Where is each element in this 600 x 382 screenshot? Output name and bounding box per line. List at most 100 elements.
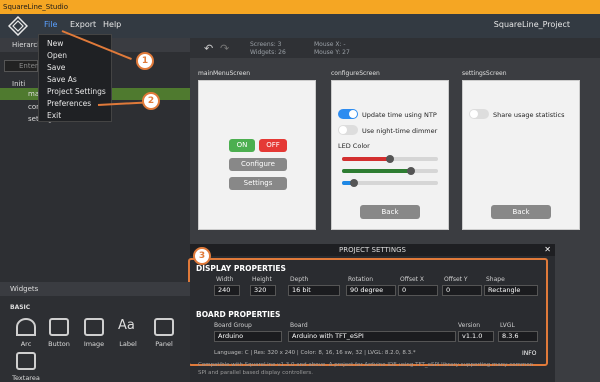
image-widget-icon[interactable] [84,318,104,336]
ntp-toggle[interactable] [338,109,358,119]
screens-count: Screens: 3 [250,41,282,48]
settings-screen[interactable]: Share usage statistics Back [462,80,580,230]
version-label: Version [458,322,481,329]
callout-2: 2 [142,92,160,110]
menu-exit[interactable]: Exit [47,111,61,120]
widget-label[interactable]: Label [113,340,143,348]
configure-button[interactable]: Configure [229,158,287,171]
main-menu-screen[interactable]: ON OFF Configure Settings [198,80,316,230]
search-input[interactable]: Enter [4,60,38,72]
width-label: Width [216,276,234,283]
configure-screen[interactable]: Update time using NTP Use night-time dim… [331,80,449,230]
dimmer-label: Use night-time dimmer [362,127,438,135]
mouse-y: Mouse Y: 27 [314,49,350,56]
redo-icon[interactable]: ↷ [220,42,229,55]
share-label: Share usage statistics [493,111,565,119]
label-widget-icon[interactable]: Aa [118,318,135,333]
close-icon[interactable]: ✕ [544,245,551,254]
menu-preferences[interactable]: Preferences [47,99,91,108]
led-red-fill [342,157,390,161]
led-red-knob[interactable] [386,155,394,163]
offset-y-field[interactable]: 0 [442,285,482,296]
configure-screen-title: configureScreen [331,70,380,77]
offset-x-label: Offset X [400,276,425,283]
menu-open[interactable]: Open [47,51,67,60]
on-button[interactable]: ON [229,139,255,152]
widgets-section-basic: BASIC [10,304,31,311]
depth-select[interactable]: 16 bit [288,285,340,296]
board-group-label: Board Group [214,322,252,329]
widget-arc[interactable]: Arc [11,340,41,348]
main-screen-title: mainMenuScreen [198,70,251,77]
height-field[interactable]: 320 [250,285,276,296]
widget-panel[interactable]: Panel [149,340,179,348]
menu-export[interactable]: Export [70,20,96,29]
project-settings-header: PROJECT SETTINGS [190,244,555,256]
led-color-label: LED Color [338,142,370,150]
lvgl-select[interactable]: 8.3.6 [498,331,538,342]
widget-textarea[interactable]: Textarea [11,374,41,382]
shape-select[interactable]: Rectangle [484,285,538,296]
project-settings-title: PROJECT SETTINGS [339,246,406,254]
settings-button[interactable]: Settings [229,177,287,190]
textarea-widget-icon[interactable] [16,352,36,370]
menu-new[interactable]: New [47,39,63,48]
settings-back-button[interactable]: Back [491,205,551,219]
widget-button[interactable]: Button [44,340,74,348]
menu-help[interactable]: Help [103,20,121,29]
info-link[interactable]: INFO [522,350,536,357]
board-description: Compatible with SquareLine v1.3.0 and ab… [198,362,534,376]
width-field[interactable]: 240 [214,285,240,296]
board-select[interactable]: Arduino with TFT_eSPI [288,331,456,342]
canvas-toolbar: ↶ ↷ Screens: 3 Widgets: 26 Mouse X: - Mo… [190,38,600,58]
share-toggle[interactable] [469,109,489,119]
display-properties-title: DISPLAY PROPERTIES [196,264,286,273]
ntp-label: Update time using NTP [362,111,437,119]
menu-save[interactable]: Save [47,63,65,72]
widgets-count: Widgets: 26 [250,49,286,56]
tab-widgets[interactable]: Widgets [10,285,38,293]
configure-back-button[interactable]: Back [360,205,420,219]
project-name: SquareLine_Project [493,20,570,29]
version-select[interactable]: v1.1.0 [458,331,494,342]
offset-y-label: Offset Y [444,276,468,283]
undo-icon[interactable]: ↶ [204,42,213,55]
board-properties-title: BOARD PROPERTIES [196,310,281,319]
panel-widget-icon[interactable] [154,318,174,336]
board-info-footer: Language: C | Res: 320 x 240 | Color: 8,… [214,350,416,356]
tree-item-init[interactable]: Initi [12,80,25,88]
menu-save-as[interactable]: Save As [47,75,77,84]
menu-file[interactable]: File [44,20,57,29]
project-settings-dialog: PROJECT SETTINGS ✕ DISPLAY PROPERTIES Wi… [188,244,555,382]
menu-project-settings[interactable]: Project Settings [47,87,106,96]
off-button[interactable]: OFF [259,139,287,152]
led-green-fill [342,169,412,173]
led-blue-slider[interactable] [342,179,438,187]
shape-label: Shape [486,276,505,283]
callout-1: 1 [136,52,154,70]
widgets-panel: Widgets BASIC Arc Button Image Aa Label … [0,282,190,382]
led-red-slider[interactable] [342,155,438,163]
title-bar: SquareLine_Studio [0,0,600,14]
callout-3: 3 [193,247,211,265]
rotation-select[interactable]: 90 degree [346,285,396,296]
led-blue-knob[interactable] [349,179,358,187]
button-widget-icon[interactable] [49,318,69,336]
depth-label: Depth [290,276,309,283]
arc-widget-icon[interactable] [16,318,36,336]
mouse-x: Mouse X: - [314,41,346,48]
lvgl-label: LVGL [500,322,515,329]
dimmer-toggle[interactable] [338,125,358,135]
settings-screen-title: settingsScreen [462,70,507,77]
app-logo-icon [8,16,28,36]
height-label: Height [252,276,272,283]
led-green-knob[interactable] [407,167,416,175]
app-title: SquareLine_Studio [3,3,69,11]
widgets-tabbar: Widgets [0,282,190,296]
search-placeholder: Enter [19,62,38,70]
board-group-select[interactable]: Arduino [214,331,282,342]
offset-x-field[interactable]: 0 [398,285,438,296]
led-green-slider[interactable] [342,167,438,175]
rotation-label: Rotation [348,276,374,283]
widget-image[interactable]: Image [79,340,109,348]
